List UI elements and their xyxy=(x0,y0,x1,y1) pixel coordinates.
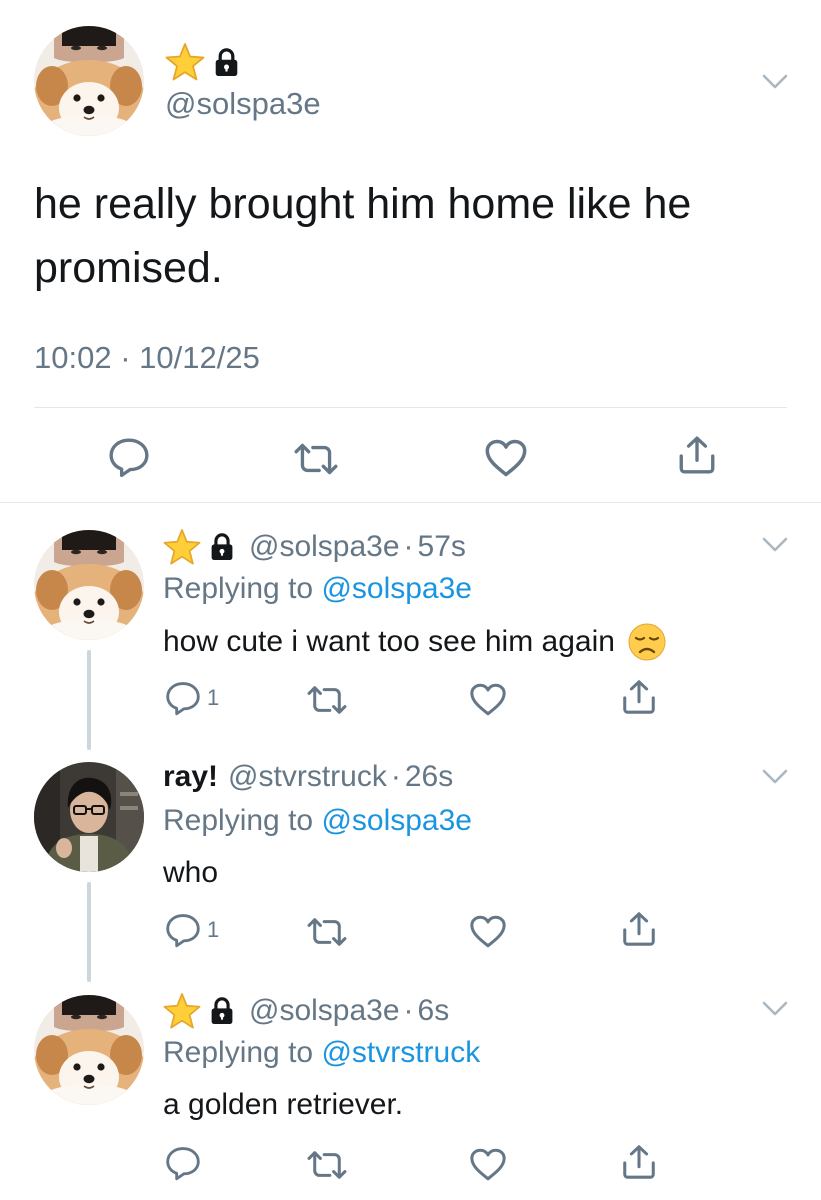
reply-text: a golden retriever. xyxy=(163,1088,403,1122)
chevron-down-icon[interactable] xyxy=(762,769,788,785)
meta-separator: · xyxy=(403,530,414,563)
reply-time: 26s xyxy=(404,760,454,793)
reply-button[interactable] xyxy=(165,1145,207,1181)
reply-body: a golden retriever. xyxy=(163,1088,404,1121)
avatar[interactable] xyxy=(34,530,144,640)
reply-text: who xyxy=(163,856,218,890)
meta-separator: · xyxy=(120,340,131,375)
reply-header: @solspa3e · 6s xyxy=(163,992,449,1030)
reply-count: 1 xyxy=(207,685,220,710)
chevron-down-icon[interactable] xyxy=(762,1001,788,1017)
chevron-down-icon[interactable] xyxy=(762,74,788,90)
share-icon[interactable] xyxy=(620,678,658,716)
mention-link[interactable]: @solspa3e xyxy=(321,572,472,605)
reply-icon[interactable] xyxy=(165,680,201,716)
replying-prefix: Replying to xyxy=(163,1036,322,1069)
reply-header: ray! @stvrstruck · 26s xyxy=(163,760,453,794)
avatar[interactable] xyxy=(34,762,144,872)
retweet-icon[interactable] xyxy=(305,683,349,717)
replying-prefix: Replying to xyxy=(163,804,322,837)
reply-count: 1 xyxy=(207,917,220,942)
reply-header: @solspa3e · 57s xyxy=(163,528,466,566)
reply-icon[interactable] xyxy=(165,912,201,948)
mention-link[interactable]: @solspa3e xyxy=(321,804,472,837)
reply-button[interactable]: 1 xyxy=(165,912,219,948)
lock-icon xyxy=(209,996,235,1026)
tweet-text: he really brought him home like he promi… xyxy=(34,180,692,292)
divider xyxy=(34,407,787,408)
heart-icon[interactable] xyxy=(469,1147,507,1182)
replying-to: Replying to @solspa3e xyxy=(163,804,472,838)
lock-icon xyxy=(213,47,240,78)
reply-button[interactable]: 1 xyxy=(165,680,219,716)
user-handle[interactable]: @solspa3e xyxy=(165,86,321,122)
heart-icon[interactable] xyxy=(484,438,528,478)
thread-line xyxy=(87,650,91,750)
retweet-icon[interactable] xyxy=(305,1148,349,1182)
user-handle[interactable]: @solspa3e xyxy=(249,994,400,1028)
user-handle[interactable]: @stvrstruck xyxy=(228,760,387,794)
heart-icon[interactable] xyxy=(469,682,507,717)
meta-separator: · xyxy=(403,994,414,1027)
user-handle[interactable]: @solspa3e xyxy=(249,530,400,564)
avatar[interactable] xyxy=(34,26,144,136)
thread-line xyxy=(87,882,91,982)
star-icon xyxy=(163,992,201,1030)
heart-icon[interactable] xyxy=(469,914,507,949)
replying-to: Replying to @solspa3e xyxy=(163,572,472,606)
share-icon[interactable] xyxy=(676,434,718,476)
reply-time: 6s xyxy=(417,994,450,1027)
profile-badges xyxy=(165,42,240,82)
display-name[interactable]: ray! xyxy=(163,760,218,794)
star-icon xyxy=(165,42,205,82)
disappointed-face-icon xyxy=(627,622,667,662)
reply-text: how cute i want too see him again xyxy=(163,622,667,662)
avatar[interactable] xyxy=(34,995,144,1105)
mention-link[interactable]: @stvrstruck xyxy=(321,1036,480,1069)
chevron-down-icon[interactable] xyxy=(762,537,788,553)
reply-icon[interactable] xyxy=(108,436,150,478)
retweet-icon[interactable] xyxy=(292,440,340,478)
lock-icon xyxy=(209,532,235,562)
reply-time: 57s xyxy=(417,530,466,563)
retweet-icon[interactable] xyxy=(305,915,349,949)
replying-prefix: Replying to xyxy=(163,572,322,605)
share-icon[interactable] xyxy=(620,1143,658,1181)
tweet-date: 10/12/25 xyxy=(139,340,260,375)
reply-body: who xyxy=(163,856,219,889)
divider xyxy=(0,502,821,503)
tweet-timestamp: 10:02 · 10/12/25 xyxy=(34,340,260,376)
tweet-time: 10:02 xyxy=(34,340,112,375)
replying-to: Replying to @stvrstruck xyxy=(163,1036,480,1070)
meta-separator: · xyxy=(390,760,401,793)
reply-icon[interactable] xyxy=(165,1145,201,1181)
reply-body: how cute i want too see him again xyxy=(163,625,615,658)
star-icon xyxy=(163,528,201,566)
share-icon[interactable] xyxy=(620,910,658,948)
